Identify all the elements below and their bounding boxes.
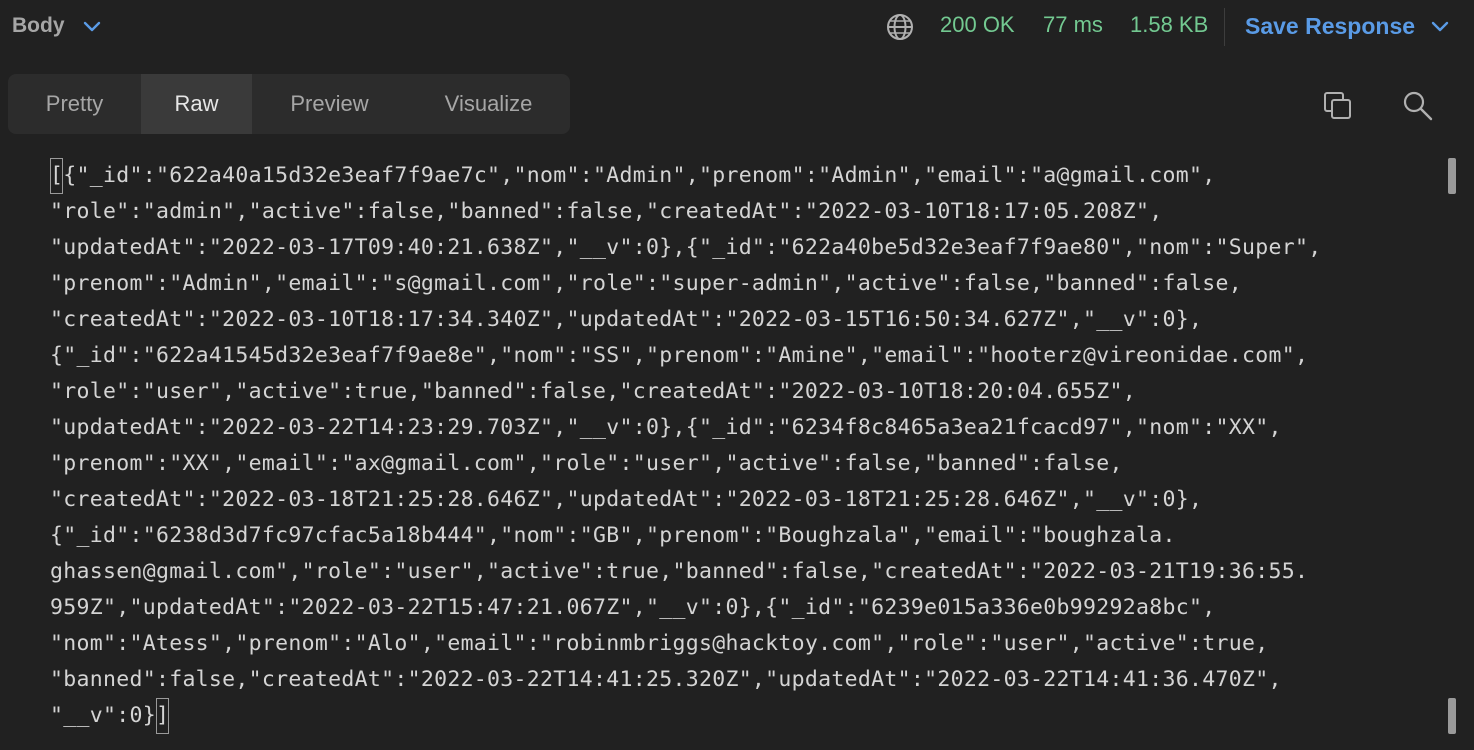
raw-line: "prenom":"XX","email":"ax@gmail.com","ro…: [50, 451, 1123, 476]
response-panel: Body 200 OK 77 ms 1.58 KB Save Response …: [0, 0, 1474, 750]
raw-line: {"_id":"622a41545d32e3eaf7f9ae8e","nom":…: [50, 343, 1309, 368]
raw-line: "prenom":"Admin","email":"s@gmail.com","…: [50, 271, 1242, 296]
raw-line: "createdAt":"2022-03-10T18:17:34.340Z","…: [50, 307, 1203, 332]
response-time[interactable]: 77 ms: [1043, 12, 1103, 38]
save-response-button[interactable]: Save Response: [1245, 10, 1451, 42]
raw-line-text: {"_id":"622a40a15d32e3eaf7f9ae7c","nom":…: [63, 163, 1216, 188]
raw-line: {"_id":"6238d3d7fc97cfac5a18b444","nom":…: [50, 523, 1176, 548]
scrollbar[interactable]: [1440, 158, 1460, 750]
view-tabs: Pretty Raw Preview Visualize: [8, 74, 570, 134]
globe-icon[interactable]: [884, 11, 916, 43]
raw-response-body[interactable]: [{"_id":"622a40a15d32e3eaf7f9ae7c","nom"…: [50, 158, 1440, 750]
response-size[interactable]: 1.58 KB: [1130, 12, 1208, 38]
close-bracket: ]: [155, 698, 170, 734]
copy-icon[interactable]: [1320, 88, 1356, 124]
scrollbar-thumb[interactable]: [1448, 698, 1456, 734]
raw-line: [{"_id":"622a40a15d32e3eaf7f9ae7c","nom"…: [50, 158, 1440, 194]
raw-line-text: "__v":0}: [50, 703, 156, 728]
raw-line: "banned":false,"createdAt":"2022-03-22T1…: [50, 667, 1282, 692]
raw-line: "nom":"Atess","prenom":"Alo","email":"ro…: [50, 631, 1269, 656]
save-response-label: Save Response: [1245, 12, 1416, 39]
raw-line: 959Z","updatedAt":"2022-03-22T15:47:21.0…: [50, 595, 1216, 620]
raw-line: "updatedAt":"2022-03-17T09:40:21.638Z","…: [50, 235, 1322, 260]
open-bracket: [: [50, 158, 64, 194]
scrollbar-thumb[interactable]: [1448, 158, 1456, 194]
chevron-down-icon: [81, 15, 103, 37]
raw-line: ghassen@gmail.com","role":"user","active…: [50, 559, 1309, 584]
raw-line: "updatedAt":"2022-03-22T14:23:29.703Z","…: [50, 415, 1282, 440]
raw-line: "createdAt":"2022-03-18T21:25:28.646Z","…: [50, 487, 1203, 512]
divider: [1224, 8, 1225, 46]
response-toolbar: Body 200 OK 77 ms 1.58 KB Save Response: [0, 0, 1474, 52]
tab-visualize[interactable]: Visualize: [407, 74, 570, 134]
chevron-down-icon[interactable]: [1429, 15, 1451, 37]
tab-raw[interactable]: Raw: [141, 74, 252, 134]
tab-pretty[interactable]: Pretty: [8, 74, 141, 134]
body-label: Body: [12, 14, 65, 37]
raw-line: "role":"admin","active":false,"banned":f…: [50, 199, 1163, 224]
raw-line: "role":"user","active":true,"banned":fal…: [50, 379, 1137, 404]
search-icon[interactable]: [1400, 88, 1436, 124]
body-dropdown[interactable]: Body: [12, 10, 103, 42]
tab-preview[interactable]: Preview: [252, 74, 407, 134]
status-code[interactable]: 200 OK: [940, 12, 1015, 38]
raw-line: "__v":0}]: [50, 698, 1440, 734]
